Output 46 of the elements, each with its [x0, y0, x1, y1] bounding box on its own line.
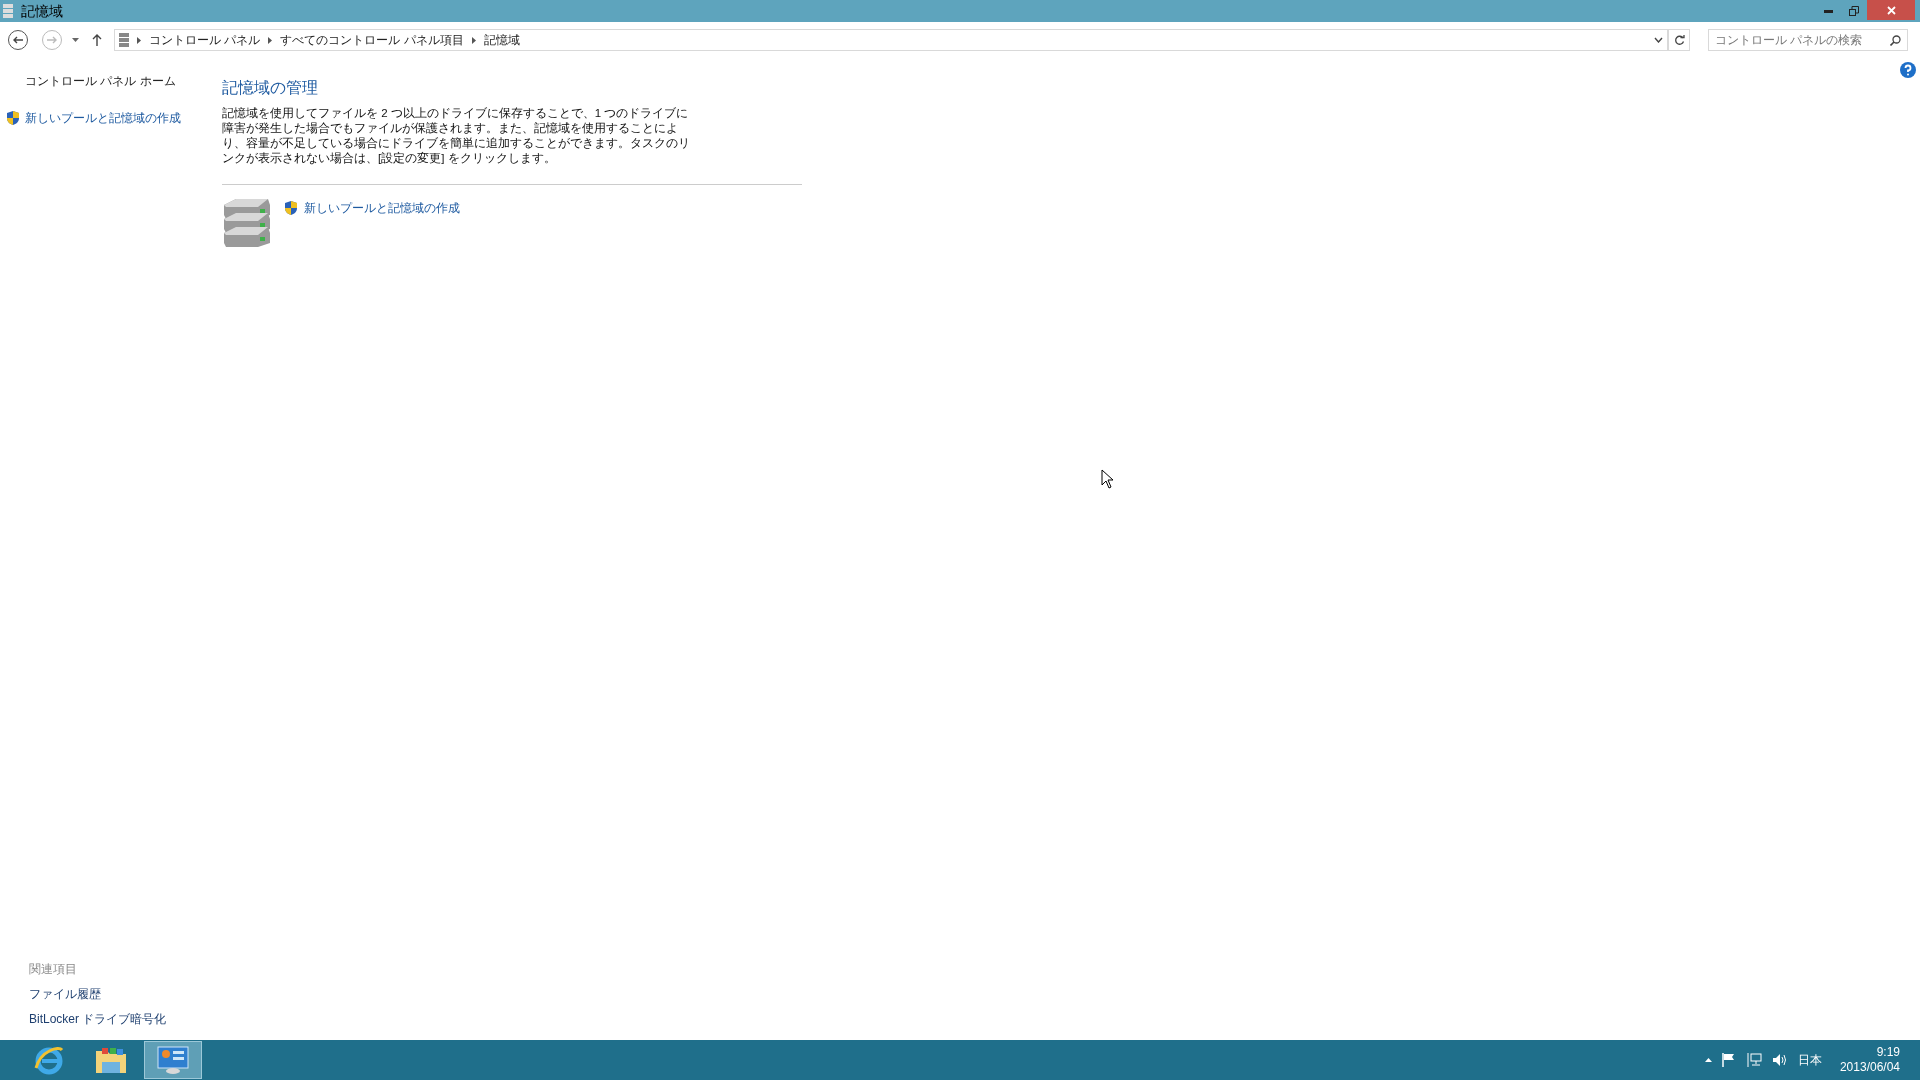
- sidebar-link[interactable]: 新しいプールと記憶域の作成: [25, 109, 181, 127]
- related-heading: 関連項目: [29, 961, 78, 978]
- refresh-icon: [1673, 34, 1685, 46]
- up-arrow-icon[interactable]: [1704, 1058, 1712, 1062]
- close-icon: [1886, 5, 1896, 15]
- related-link[interactable]: ファイル履歴: [29, 985, 222, 1003]
- refresh-button[interactable]: [1668, 29, 1690, 51]
- minimize-icon: [1823, 9, 1833, 13]
- shield-icon: [284, 200, 298, 216]
- network-icon[interactable]: [1745, 1053, 1762, 1067]
- chevron-icon: [268, 36, 273, 44]
- mouse-cursor-icon: [1101, 469, 1114, 489]
- chevron-icon: [137, 36, 141, 44]
- forward-arrow-icon: [47, 36, 57, 44]
- shield-icon: [6, 110, 20, 126]
- control-panel-icon: [156, 1045, 190, 1075]
- address-bar[interactable]: コントロール パネル すべてのコントロール パネル項目 記憶域: [114, 29, 1668, 51]
- up-arrow-icon: [92, 34, 102, 46]
- description: 記憶域を使用してファイルを 2 つ以上のドライブに保存することで、1 つのドライブに障害が発生した場合でもファイルが保護されます。また、記憶域を使用することにより、容量が不足している場合にドライブを簡単に追加することができます。タスクのリンクが表示されない場合は、[設定の変更] をクリックします。: [222, 106, 691, 166]
- related-link[interactable]: BitLocker ドライブ暗号化: [29, 1010, 222, 1028]
- task-link[interactable]: 新しいプールと記憶域の作成: [304, 199, 460, 217]
- chevron-icon: [471, 36, 476, 44]
- search-icon: [1890, 34, 1901, 46]
- speaker-icon[interactable]: [1771, 1053, 1788, 1067]
- restore-icon: [1849, 6, 1859, 16]
- page-heading: 記憶域の管理: [222, 78, 319, 98]
- help-icon[interactable]: [1900, 62, 1916, 78]
- language-indicator[interactable]: 日本: [1797, 1051, 1822, 1069]
- browser-icon: [33, 1044, 65, 1076]
- search-field[interactable]: コントロール パネルの検索: [1708, 29, 1908, 51]
- caret-icon: [71, 38, 79, 42]
- sidebar-link[interactable]: コントロール パネル ホーム: [25, 72, 176, 90]
- storage-drives-icon: [222, 197, 272, 247]
- back-arrow-icon: [13, 36, 23, 44]
- dropdown-chevron-icon[interactable]: [1654, 37, 1663, 43]
- close-button[interactable]: [1867, 0, 1915, 20]
- storage-icon: [119, 33, 129, 47]
- taskbar-button[interactable]: [144, 1041, 202, 1079]
- storage-icon: [3, 4, 13, 18]
- breadcrumb[interactable]: 記憶域: [483, 31, 520, 49]
- window-title: 記憶域: [21, 1, 63, 21]
- folder-icon: [94, 1045, 128, 1075]
- flag-icon[interactable]: [1721, 1053, 1736, 1067]
- breadcrumb[interactable]: すべてのコントロール パネル項目: [280, 31, 464, 49]
- breadcrumb[interactable]: コントロール パネル: [149, 31, 261, 49]
- clock[interactable]: 9:19 2013/06/04: [1839, 1045, 1900, 1075]
